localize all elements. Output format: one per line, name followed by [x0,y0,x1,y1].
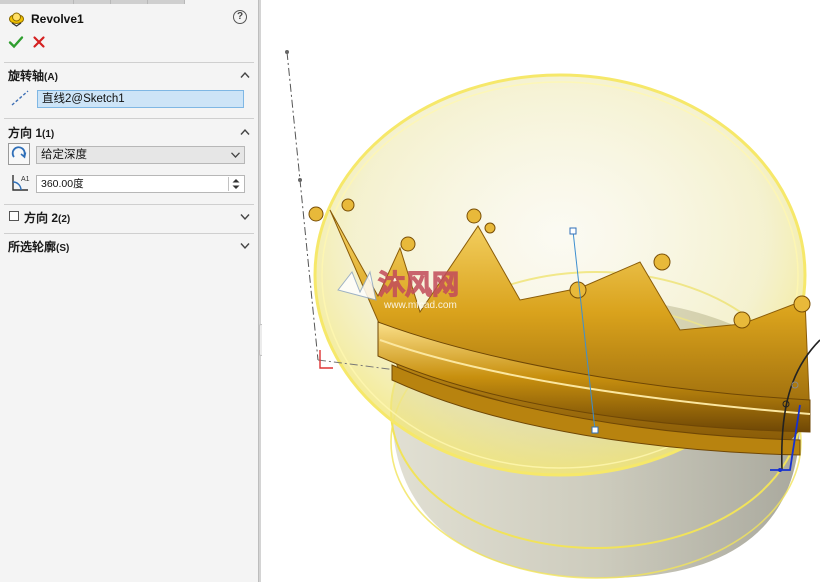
tab-dim-xpert[interactable] [148,0,185,4]
graphics-viewport[interactable]: 沐风网 www.mfcad.com [262,0,820,582]
model-view[interactable]: 沐风网 www.mfcad.com [262,0,820,582]
axis-selection-field[interactable]: 直线2@Sketch1 [37,90,244,108]
section-direction1-title[interactable]: 方向 1(1) [8,124,54,141]
section-divider [4,233,254,234]
panel-splitter[interactable] [258,0,261,582]
direction2-checkbox[interactable] [9,211,19,221]
axis-line-icon [11,90,29,106]
feature-title: Revolve1 [31,11,84,26]
feature-header: Revolve1 [8,10,84,27]
chevron-up-icon[interactable] [240,128,250,136]
tab-configuration-manager[interactable] [111,0,148,4]
angle-input[interactable]: 360.00度 [36,175,245,193]
property-manager-panel: Revolve1 ? 旋转轴(A) 直线2@Sketch1 方向 1(1) 给定… [0,0,258,582]
svg-text:A1: A1 [21,176,30,183]
help-icon[interactable]: ? [233,10,247,24]
spinner-arrows-icon[interactable] [228,177,243,191]
tab-feature-manager[interactable] [0,0,74,4]
section-divider [4,118,254,119]
chevron-down-icon[interactable] [240,242,250,250]
cancel-x-icon[interactable] [31,34,47,50]
end-condition-select[interactable]: 给定深度 [36,146,245,164]
watermark-brand: 沐风网 [378,270,459,301]
tab-property-manager[interactable] [74,0,111,4]
section-divider [4,204,254,205]
watermark-url: www.mfcad.com [383,300,457,311]
revolve-icon [9,12,24,27]
section-profiles-title[interactable]: 所选轮廓(S) [8,238,69,255]
section-axis-title[interactable]: 旋转轴(A) [8,67,58,84]
section-divider [4,62,254,63]
chevron-up-icon[interactable] [240,71,250,79]
ok-check-icon[interactable] [8,34,24,50]
angle-icon: A1 [12,175,30,191]
chevron-down-icon[interactable] [240,213,250,221]
reverse-direction-icon[interactable] [8,143,30,165]
chevron-down-icon [231,152,240,158]
panel-tabs [0,0,258,5]
section-direction2-title[interactable]: 方向 2(2) [24,209,70,226]
